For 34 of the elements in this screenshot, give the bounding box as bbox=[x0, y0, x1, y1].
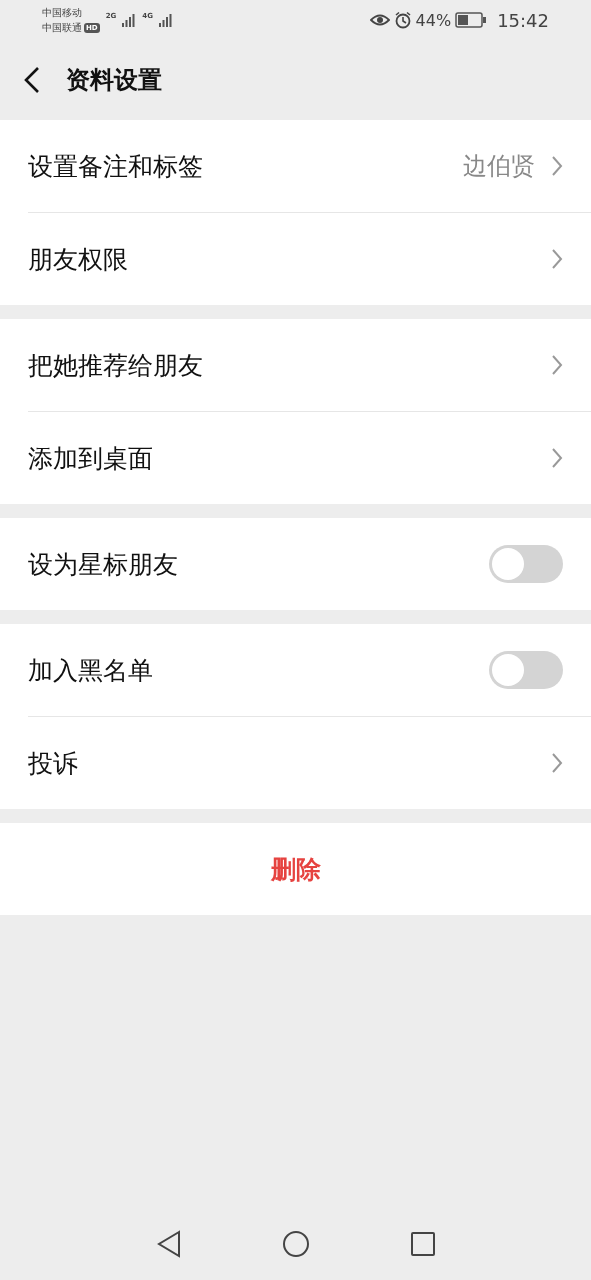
settings-row[interactable]: 添加到桌面 bbox=[28, 411, 591, 504]
eye-icon bbox=[369, 13, 390, 27]
recent-square-icon[interactable] bbox=[409, 1231, 436, 1257]
row-label: 加入黑名单 bbox=[28, 654, 154, 687]
row-value: 边伯贤 bbox=[463, 151, 535, 182]
page-title: 资料设置 bbox=[66, 65, 162, 96]
carrier-name: 中国联通 bbox=[42, 21, 82, 35]
row-label: 朋友权限 bbox=[28, 243, 129, 276]
settings-row[interactable]: 设为星标朋友 bbox=[28, 518, 591, 610]
row-label: 设置备注和标签 bbox=[28, 150, 204, 183]
battery-percent: 44% bbox=[415, 10, 452, 30]
row-label: 把她推荐给朋友 bbox=[28, 349, 204, 382]
clock-time: 15:42 bbox=[497, 9, 549, 31]
carrier-name: 中国移动 bbox=[42, 6, 83, 20]
back-icon[interactable] bbox=[24, 66, 40, 94]
settings-row[interactable]: 设置备注和标签 边伯贤 bbox=[28, 120, 591, 212]
back-triangle-icon[interactable] bbox=[155, 1230, 182, 1258]
settings-row[interactable]: 把她推荐给朋友 bbox=[28, 319, 591, 411]
toggle-switch[interactable] bbox=[489, 651, 563, 689]
alarm-clock-icon bbox=[393, 11, 412, 29]
home-circle-icon[interactable] bbox=[281, 1230, 310, 1258]
row-label: 设为星标朋友 bbox=[28, 548, 179, 581]
row-label: 添加到桌面 bbox=[28, 442, 154, 475]
chevron-icon bbox=[551, 447, 563, 469]
battery-icon bbox=[455, 12, 488, 28]
chevron-icon bbox=[551, 155, 563, 177]
chevron-icon bbox=[551, 354, 563, 376]
settings-row[interactable]: 投诉 bbox=[28, 716, 591, 809]
toggle-switch[interactable] bbox=[489, 545, 563, 583]
chevron-icon bbox=[551, 752, 563, 774]
settings-row[interactable]: 朋友权限 bbox=[28, 212, 591, 305]
settings-row[interactable]: 加入黑名单 bbox=[28, 624, 591, 716]
row-label: 投诉 bbox=[28, 747, 79, 780]
chevron-icon bbox=[551, 248, 563, 270]
